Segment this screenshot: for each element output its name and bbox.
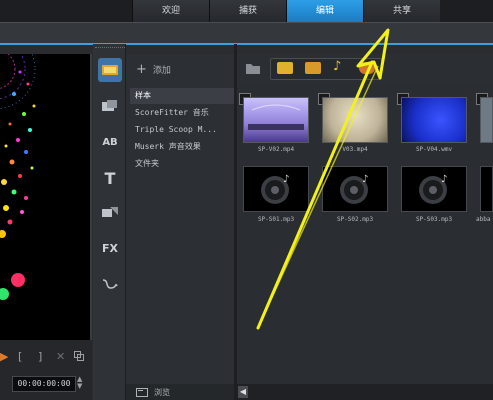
browse-label: 浏览	[154, 387, 170, 397]
library-item-muserk[interactable]: Muserk 声音效果	[130, 139, 234, 155]
library-item-triple-scoop[interactable]: Triple Scoop M...	[130, 122, 234, 138]
text-icon[interactable]: T	[98, 166, 122, 190]
workspace-tabs: 欢迎 捕获 编辑 共享	[132, 0, 440, 22]
svg-text:♪: ♪	[362, 174, 368, 185]
library-item-folder[interactable]: 文件夹	[130, 156, 234, 172]
title-ab-icon[interactable]: AB	[98, 130, 122, 154]
library-item-scorefitter[interactable]: ScoreFitter 音乐	[130, 105, 234, 121]
speaker-icon: ♪	[419, 174, 447, 204]
effects-filter-icon[interactable]	[359, 62, 375, 74]
media-thumb-sp-v02[interactable]	[243, 97, 309, 143]
audio-thumb-sp-s01[interactable]: ♪	[243, 166, 309, 212]
folder-icon[interactable]	[245, 61, 261, 75]
browse-icon	[136, 388, 148, 397]
mark-in-button[interactable]: [	[18, 350, 22, 363]
tab-share[interactable]: 共享	[363, 0, 440, 22]
music-filter-icon[interactable]: ♪	[333, 59, 341, 74]
timecode-stepper[interactable]: ▲ ▼	[77, 376, 82, 390]
add-folder-button[interactable]: + 添加	[136, 62, 171, 77]
thumbnail-scrollbar[interactable]	[237, 384, 493, 400]
svg-text:♪: ♪	[441, 174, 447, 185]
fx-icon[interactable]: FX	[98, 236, 122, 260]
play-button[interactable]: ▶	[0, 350, 8, 363]
panel-grip	[95, 47, 125, 51]
media-caption: SP-V04.wmv	[415, 146, 453, 153]
media-icon[interactable]	[98, 58, 122, 82]
add-label: 添加	[152, 66, 171, 76]
media-caption: SP-S02.mp3	[336, 216, 374, 223]
scroll-left-button[interactable]: ◀	[238, 386, 248, 398]
instant-project-icon[interactable]	[98, 94, 122, 118]
tab-edit[interactable]: 编辑	[286, 0, 363, 22]
speaker-icon: ♪	[340, 174, 368, 204]
audio-thumb-sp-s02[interactable]: ♪	[322, 166, 388, 212]
library-item-samples[interactable]: 样本	[130, 88, 234, 104]
media-thumb-partial[interactable]	[480, 97, 493, 143]
transition-icon[interactable]	[98, 200, 122, 224]
photo-filter-icon[interactable]	[305, 62, 321, 74]
preview-frame-image	[0, 54, 36, 300]
video-filter-icon[interactable]	[277, 62, 293, 74]
media-caption: SP-S03.mp3	[415, 216, 453, 223]
audio-thumb-sp-s03[interactable]: ♪	[401, 166, 467, 212]
media-thumb-v03[interactable]	[322, 97, 388, 143]
media-thumb-sp-v04[interactable]	[401, 97, 467, 143]
enlarge-icon[interactable]	[74, 351, 84, 361]
browse-button[interactable]: 浏览	[126, 384, 234, 400]
svg-text:♪: ♪	[283, 174, 289, 185]
path-icon[interactable]	[98, 272, 122, 296]
tab-capture[interactable]: 捕获	[209, 0, 286, 22]
media-caption: abba	[476, 216, 491, 223]
timecode-display[interactable]: 00:00:00:00	[12, 376, 76, 392]
player-preview	[0, 54, 92, 340]
media-caption: V03.mp4	[342, 146, 368, 153]
speaker-icon: ♪	[261, 174, 289, 204]
tab-welcome[interactable]: 欢迎	[132, 0, 209, 22]
split-clip-button[interactable]: ✕	[56, 350, 65, 363]
plus-icon: +	[136, 62, 147, 77]
media-caption: SP-V02.mp4	[257, 146, 295, 153]
media-caption: SP-S01.mp3	[257, 216, 295, 223]
mark-out-button[interactable]: ]	[38, 350, 42, 363]
toolbar-strip	[0, 22, 493, 45]
audio-thumb-partial[interactable]	[480, 166, 493, 212]
